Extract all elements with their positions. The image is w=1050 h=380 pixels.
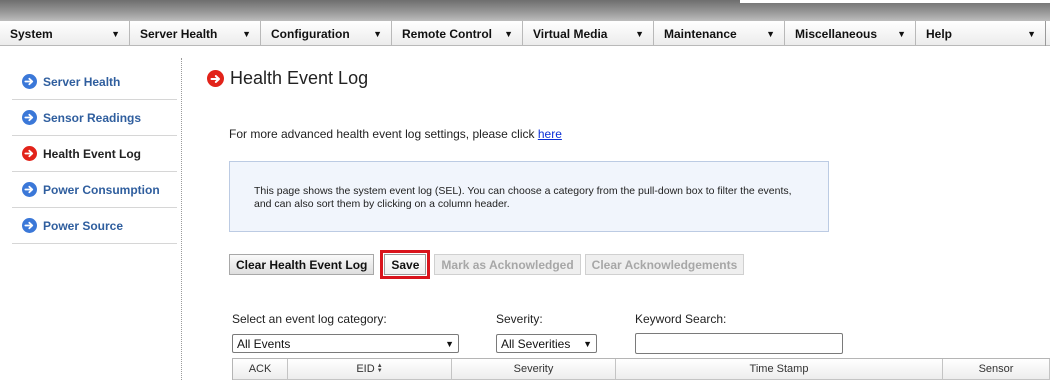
category-select[interactable]: All Events ▼ [232, 334, 459, 353]
chevron-down-icon: ▼ [445, 338, 454, 349]
sort-icon: ▲ ▼ [376, 363, 383, 374]
column-header-eid[interactable]: EID ▲ ▼ [288, 359, 452, 380]
menu-label: Virtual Media [533, 26, 608, 41]
column-header-label: ACK [248, 363, 272, 375]
severity-label: Severity: [496, 312, 543, 326]
caret-down-icon: ▼ [766, 28, 775, 39]
page-title: Health Event Log [230, 68, 369, 88]
category-label: Select an event log category: [232, 312, 387, 326]
sidebar-item-sensor-readings[interactable]: Sensor Readings [12, 100, 177, 136]
clear-event-log-button[interactable]: Clear Health Event Log [229, 254, 375, 275]
category-select-value: All Events [237, 336, 291, 351]
menu-label: Help [926, 26, 953, 41]
column-header-sensor[interactable]: Sensor [943, 359, 1050, 380]
caret-down-icon: ▼ [1027, 28, 1036, 39]
info-text: This page shows the system event log (SE… [254, 185, 792, 210]
caret-down-icon: ▼ [897, 28, 906, 39]
column-header-time-stamp[interactable]: Time Stamp [616, 359, 943, 380]
menu-label: Miscellaneous [795, 26, 878, 41]
caret-down-icon: ▼ [111, 28, 120, 39]
keyword-search-input[interactable] [635, 333, 843, 354]
column-header-label: EID [356, 363, 375, 375]
sidebar-item-power-source[interactable]: Power Source [12, 208, 177, 244]
arrow-right-circle-icon [22, 74, 37, 89]
menu-configuration[interactable]: Configuration ▼ [261, 21, 392, 46]
column-header-label: Sensor [978, 363, 1014, 375]
sidebar-item-power-consumption[interactable]: Power Consumption [12, 172, 177, 208]
save-button-highlight: Save [380, 250, 431, 279]
sidebar-item-label: Server Health [43, 74, 121, 89]
action-buttons: Clear Health Event Log Save Mark as Ackn… [229, 250, 748, 279]
mark-acknowledged-button[interactable]: Mark as Acknowledged [434, 254, 581, 275]
menu-virtual-media[interactable]: Virtual Media ▼ [523, 21, 654, 46]
info-box: This page shows the system event log (SE… [229, 161, 829, 232]
advanced-settings-link[interactable]: here [538, 127, 562, 141]
caret-down-icon: ▼ [504, 28, 513, 39]
arrow-right-circle-icon [22, 218, 37, 233]
arrow-right-circle-icon [22, 182, 37, 197]
clear-acknowledgements-button[interactable]: Clear Acknowledgements [584, 254, 745, 275]
menu-remote-control[interactable]: Remote Control ▼ [392, 21, 523, 46]
chevron-down-icon: ▼ [583, 338, 592, 349]
sidebar-item-server-health[interactable]: Server Health [12, 64, 177, 100]
severity-select[interactable]: All Severities ▼ [496, 334, 597, 353]
column-header-label: Time Stamp [749, 363, 809, 375]
menu-label: System [10, 26, 53, 41]
menu-maintenance[interactable]: Maintenance ▼ [654, 21, 785, 46]
sidebar-divider [181, 58, 182, 380]
column-header-severity[interactable]: Severity [452, 359, 616, 380]
menu-label: Maintenance [664, 26, 737, 41]
sidebar-item-label: Power Consumption [43, 182, 160, 197]
arrow-right-circle-icon [22, 146, 37, 161]
menu-system[interactable]: System ▼ [0, 21, 130, 46]
arrow-right-circle-icon [207, 70, 224, 87]
sidebar-nav: Server Health Sensor Readings Health Eve… [12, 64, 177, 244]
menu-miscellaneous[interactable]: Miscellaneous ▼ [785, 21, 916, 46]
advanced-settings-text: For more advanced health event log setti… [229, 127, 538, 141]
sidebar-item-label: Sensor Readings [43, 110, 142, 125]
save-button[interactable]: Save [384, 254, 427, 275]
menu-label: Remote Control [402, 26, 492, 41]
arrow-right-circle-icon [22, 110, 37, 125]
sidebar-item-label: Health Event Log [43, 146, 142, 161]
event-log-table-header: ACK EID ▲ ▼ Severity Time Stamp Sensor [232, 358, 1050, 380]
keyword-label: Keyword Search: [635, 312, 727, 326]
column-header-ack[interactable]: ACK [233, 359, 288, 380]
caret-down-icon: ▼ [635, 28, 644, 39]
sidebar-item-health-event-log[interactable]: Health Event Log [12, 136, 177, 172]
severity-select-value: All Severities [501, 336, 571, 351]
caret-down-icon: ▼ [373, 28, 382, 39]
column-header-label: Severity [513, 363, 554, 375]
menu-label: Configuration [271, 26, 350, 41]
menu-server-health[interactable]: Server Health ▼ [130, 21, 261, 46]
menu-label: Server Health [140, 26, 218, 41]
caret-down-icon: ▼ [242, 28, 251, 39]
page-header: Health Event Log [207, 68, 368, 89]
sidebar-item-label: Power Source [43, 218, 124, 233]
menu-help[interactable]: Help ▼ [916, 21, 1046, 46]
banner-notch [740, 0, 1050, 3]
top-banner [0, 0, 1050, 21]
main-menu-bar: System ▼ Server Health ▼ Configuration ▼… [0, 21, 1050, 46]
advanced-settings-line: For more advanced health event log setti… [229, 127, 562, 141]
